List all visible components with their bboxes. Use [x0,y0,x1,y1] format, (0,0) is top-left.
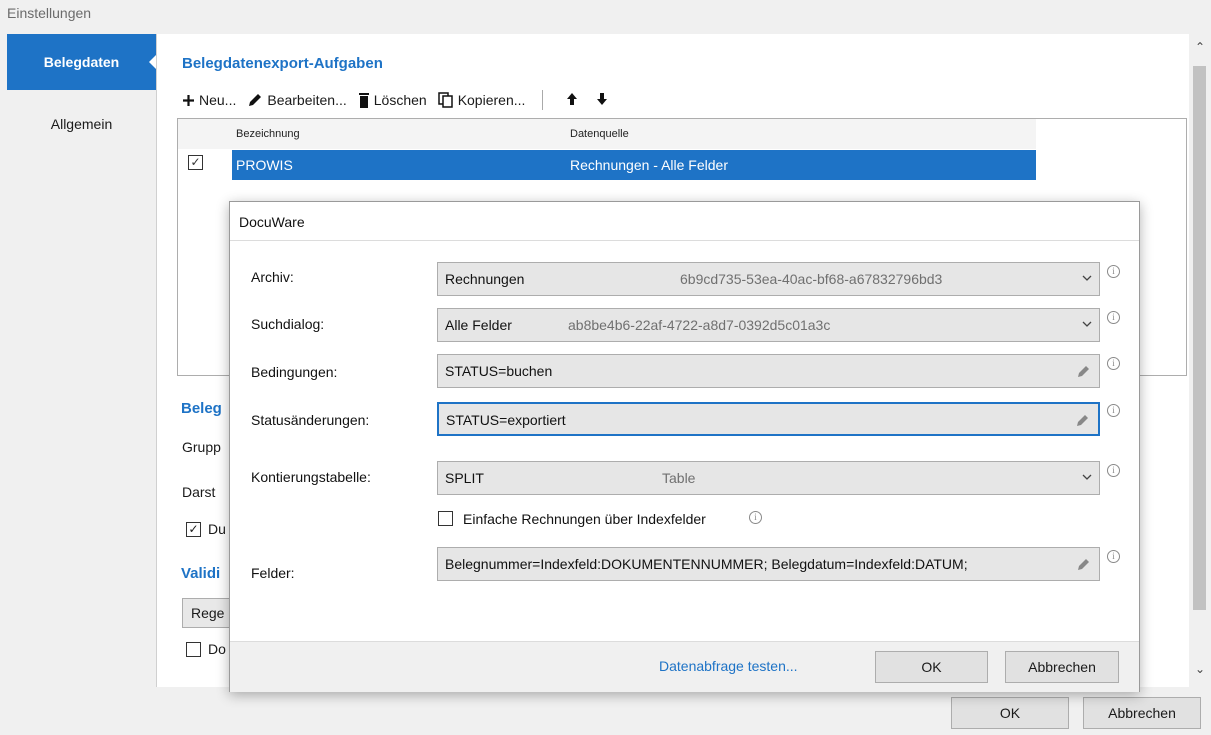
suchdialog-info-icon[interactable]: i [1107,311,1120,324]
suchdialog-select[interactable]: Alle Felder ab8be4b6-22af-4722-a8d7-0392… [437,308,1100,342]
new-button[interactable]: Neu... [182,92,236,108]
copy-button-label: Kopieren... [457,92,526,108]
chevron-down-icon [1082,321,1092,327]
column-header-datenquelle[interactable]: Datenquelle [570,128,629,140]
bedingungen-field[interactable]: STATUS=buchen [437,354,1100,388]
dialog-ok-button[interactable]: OK [875,651,988,683]
nav-item-belegdaten[interactable]: Belegdaten [7,34,157,90]
nav-item-allgemein[interactable]: Allgemein [7,106,156,142]
suchdialog-value: Alle Felder [445,317,512,333]
task-toolbar: Neu... Bearbeiten... Löschen Kopieren... [182,89,617,111]
row-source: Rechnungen - Alle Felder [570,157,728,173]
dialog-header-divider [230,240,1139,241]
move-down-icon[interactable] [597,92,608,108]
plus-icon [183,94,194,106]
trash-icon [358,92,369,108]
archiv-info-icon[interactable]: i [1107,265,1120,278]
chevron-down-icon [1082,275,1092,281]
docuware-dialog: DocuWare Archiv: Rechnungen 6b9cd735-53e… [229,201,1140,692]
bedingungen-info-icon[interactable]: i [1107,357,1120,370]
archiv-select[interactable]: Rechnungen 6b9cd735-53ea-40ac-bf68-a6783… [437,262,1100,296]
label-grupp-partial: Grupp [182,439,221,455]
scroll-down-arrow-icon[interactable]: ⌄ [1189,662,1211,676]
bedingungen-value: STATUS=buchen [445,363,553,379]
suchdialog-label: Suchdialog: [251,316,325,332]
edit-button-label: Bearbeiten... [267,92,347,108]
vertical-scrollbar[interactable]: ⌃ ⌄ [1189,34,1211,687]
dialog-cancel-button[interactable]: Abbrechen [1005,651,1119,683]
bedingungen-label: Bedingungen: [251,364,338,380]
edit-pencil-icon[interactable] [1076,413,1090,427]
ok-button[interactable]: OK [951,697,1069,729]
statusaenderungen-label: Statusänderungen: [251,412,370,428]
grid-header: Bezeichnung Datenquelle [178,119,1036,149]
section-title-validierung-partial: Validi [181,565,221,582]
edit-pencil-icon[interactable] [1077,364,1091,378]
archiv-id: 6b9cd735-53ea-40ac-bf68-a67832796bd3 [680,271,943,287]
delete-button[interactable]: Löschen [358,92,427,108]
kontierungstabelle-select[interactable]: SPLIT Table [437,461,1100,495]
simple-invoices-info-icon[interactable]: i [749,511,762,524]
chevron-down-icon [1082,474,1092,480]
simple-invoices-checkbox[interactable] [438,511,453,526]
statusaenderungen-field[interactable]: STATUS=exportiert [437,402,1100,436]
felder-field[interactable]: Belegnummer=Indexfeld:DOKUMENTENNUMMER; … [437,547,1100,581]
archiv-value: Rechnungen [445,271,525,287]
row-name: PROWIS [236,157,293,173]
pencil-icon [249,94,262,106]
edit-button[interactable]: Bearbeiten... [247,92,347,108]
edit-pencil-icon[interactable] [1077,557,1091,571]
window-title: Einstellungen [7,5,92,21]
table-row[interactable]: PROWIS Rechnungen - Alle Felder [232,150,1036,180]
scrollbar-thumb[interactable] [1193,66,1206,610]
felder-info-icon[interactable]: i [1107,550,1120,563]
suchdialog-id: ab8be4b6-22af-4722-a8d7-0392d5c01a3c [568,317,831,333]
archiv-label: Archiv: [251,269,294,285]
felder-value: Belegnummer=Indexfeld:DOKUMENTENNUMMER; … [445,556,968,572]
settings-nav: Belegdaten Allgemein [7,34,157,687]
checkbox-do-label: Do [208,641,226,657]
section-title-export-tasks: Belegdatenexport-Aufgaben [182,55,383,72]
checkbox-do-partial[interactable] [186,642,201,657]
statusaenderungen-value: STATUS=exportiert [446,412,566,428]
dialog-footer: Datenabfrage testen... OK Abbrechen [230,641,1139,692]
section-title-partial: Beleg [181,400,222,417]
new-button-label: Neu... [199,92,237,108]
cancel-button[interactable]: Abbrechen [1083,697,1201,729]
kontierungstabelle-label: Kontierungstabelle: [251,469,371,485]
row-checkbox[interactable]: ✓ [188,155,203,170]
copy-button[interactable]: Kopieren... [437,92,526,108]
dialog-title: DocuWare [239,214,305,230]
felder-label: Felder: [251,565,295,581]
kontierungstabelle-type: Table [662,470,696,486]
delete-button-label: Löschen [373,92,427,108]
simple-invoices-label: Einfache Rechnungen über Indexfelder [463,511,706,527]
statusaenderungen-info-icon[interactable]: i [1107,404,1120,417]
move-up-icon[interactable] [567,92,578,108]
copy-icon [437,92,453,108]
column-header-bezeichnung[interactable]: Bezeichnung [236,128,300,140]
checkbox-du-partial[interactable]: ✓ [186,522,201,537]
scroll-up-arrow-icon[interactable]: ⌃ [1189,40,1211,54]
kontierungstabelle-info-icon[interactable]: i [1107,464,1120,477]
checkbox-du-label: Du [208,521,226,537]
toolbar-separator [542,90,544,110]
kontierungstabelle-value: SPLIT [445,470,484,486]
test-query-link[interactable]: Datenabfrage testen... [659,658,798,674]
label-darst-partial: Darst [182,484,216,500]
